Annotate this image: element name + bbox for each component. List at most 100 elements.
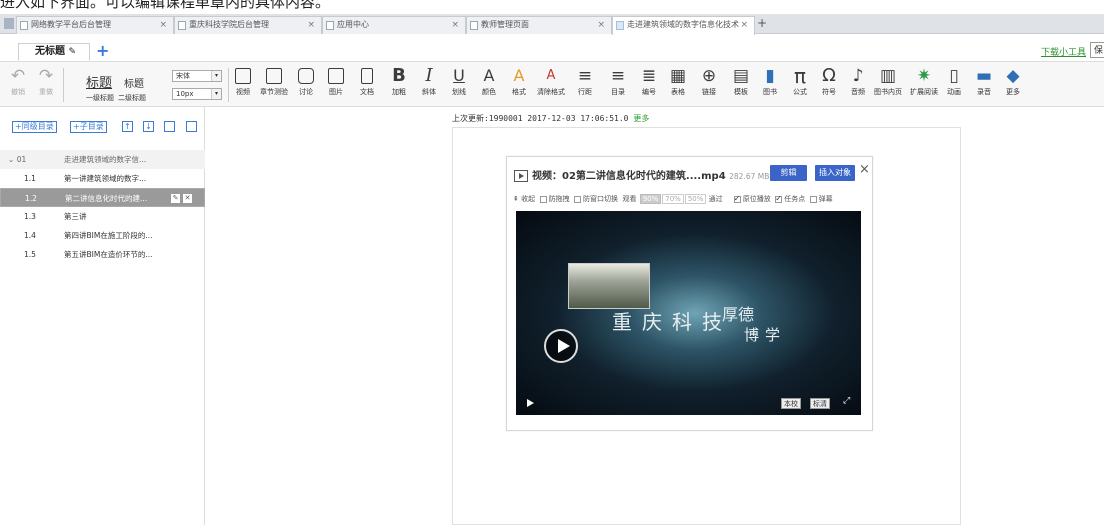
toolbar-numbering[interactable]: ≣ 编号 (639, 64, 659, 97)
add-child-button[interactable]: +子目录 (70, 121, 107, 133)
toolbar-extended-reading[interactable]: ✷ 扩展阅读 (906, 64, 942, 97)
toolbar-toc[interactable]: ≡ 目录 (608, 64, 628, 97)
collapse-icon[interactable]: ⇞ (513, 195, 519, 203)
toolbar-italic[interactable]: I 斜体 (419, 64, 439, 97)
close-icon[interactable]: × (859, 162, 870, 177)
video-frame-image (568, 263, 650, 309)
font-size-select[interactable]: 10px ▾ (172, 88, 222, 100)
more-link[interactable]: 更多 (633, 114, 649, 123)
link-icon: ⊕ (701, 66, 717, 86)
add-same-level-button[interactable]: +同级目录 (12, 121, 57, 133)
divider (63, 68, 64, 102)
add-doc-button[interactable]: + (96, 41, 109, 60)
undo-button[interactable]: ↶ 撤销 (8, 64, 28, 97)
browser-tab-app-center[interactable]: 应用中心 × (322, 16, 466, 34)
toolbar-format[interactable]: A 格式 (509, 64, 529, 97)
toolbar-color[interactable]: A 颜色 (479, 64, 499, 97)
browser-tab-bar: 网络教学平台后台管理 × 重庆科技学院后台管理 × 应用中心 × 教师管理页面 … (0, 14, 1104, 35)
apps-grid-icon[interactable] (4, 18, 14, 29)
toolbar-more[interactable]: ◆ 更多 (1003, 64, 1023, 97)
edit-icon[interactable]: ✎ (68, 47, 76, 57)
extended-reading-icon: ✷ (916, 66, 932, 86)
toolbar-line-spacing[interactable]: ≡ 行距 (575, 64, 595, 97)
play-small-icon[interactable] (527, 399, 534, 407)
toolbar-link[interactable]: ⊕ 链接 (699, 64, 719, 97)
close-icon[interactable]: × (740, 17, 748, 33)
play-icon[interactable] (544, 329, 578, 363)
toolbar-discuss[interactable]: 讨论 (296, 64, 316, 97)
edit-icon[interactable]: ✎ (171, 194, 180, 203)
barrage-checkbox[interactable] (809, 195, 817, 203)
section-row-selected[interactable]: 1.2 第二讲信息化时代的建... ✎ ✕ (0, 188, 205, 207)
video-caption: 厚德 (722, 305, 755, 324)
school-line-button[interactable]: 本校 (781, 398, 801, 409)
inplace-play-checkbox[interactable] (733, 194, 741, 203)
section-row[interactable]: 1.3 第三讲 (0, 207, 205, 226)
heading2-button[interactable]: 标题 (124, 75, 144, 90)
toolbar-record[interactable]: ▬ 录音 (974, 64, 994, 97)
collapse-link[interactable]: 收起 (521, 195, 535, 203)
video-title: 视频：02第二讲信息化时代的建筑....mp4 282.67 MB ⟳ (514, 167, 781, 182)
anti-drag-checkbox[interactable] (539, 195, 547, 203)
copy-icon[interactable] (164, 121, 175, 132)
formula-icon: π (793, 64, 807, 88)
doc-tab[interactable]: 无标题 ✎ (18, 43, 90, 61)
toolbar-table[interactable]: ▦ 表格 (668, 64, 688, 97)
toolbar-animation[interactable]: ▯ 动画 (944, 64, 964, 97)
format-icon: A (513, 66, 525, 85)
outline-icon[interactable] (186, 121, 197, 132)
new-tab-button[interactable]: + (757, 16, 767, 30)
toolbar-video[interactable]: 视频 (233, 64, 253, 97)
redo-icon: ↷ (38, 66, 54, 86)
download-tool-link[interactable]: 下载小工具 (1041, 45, 1086, 58)
chevron-down-icon: ▾ (211, 89, 221, 99)
toolbar-image[interactable]: 图片 (326, 64, 346, 97)
section-row[interactable]: 1.4 第四讲BIM在施工阶段的... (0, 226, 205, 245)
heading1-button[interactable]: 标题 (86, 72, 112, 91)
instruction-text: 进入如下界面。可以编辑课程单章内的具体内容。 (0, 0, 331, 9)
font-family-select[interactable]: 宋体 ▾ (172, 70, 222, 82)
anti-switch-checkbox[interactable] (574, 195, 582, 203)
toolbar-doc[interactable]: 文档 (357, 64, 377, 97)
toolbar-template[interactable]: ▤ 模板 (731, 64, 751, 97)
browser-tab-platform-admin[interactable]: 网络教学平台后台管理 × (16, 16, 174, 34)
toolbar-symbol[interactable]: Ω 符号 (819, 64, 839, 97)
browser-tab-college-admin[interactable]: 重庆科技学院后台管理 × (174, 16, 322, 34)
quality-button[interactable]: 标清 (810, 398, 830, 409)
close-icon[interactable]: × (597, 17, 605, 33)
chapter-row[interactable]: ⌄ 01 走进建筑领域的数字信... (0, 150, 205, 169)
browser-tab-teacher[interactable]: 教师管理页面 × (466, 16, 612, 34)
clip-button[interactable]: 剪辑 (770, 165, 807, 181)
section-row[interactable]: 1.1 第一讲建筑领域的数字... (0, 169, 205, 188)
fullscreen-icon[interactable]: ⤢ (843, 396, 850, 406)
pct-option-90[interactable]: 90% (639, 194, 662, 204)
section-row[interactable]: 1.5 第五讲BIM在造价环节的... (0, 245, 205, 264)
video-player[interactable]: 重庆科技 厚德 博学 本校 标清 ⤢ (516, 211, 861, 415)
chevron-down-icon[interactable]: ⌄ (8, 155, 14, 164)
close-icon[interactable]: × (307, 17, 315, 33)
task-point-checkbox[interactable] (775, 194, 783, 203)
toolbar-audio[interactable]: ♪ 音频 (848, 64, 868, 97)
pct-option-70[interactable]: 70% (662, 194, 684, 204)
browser-tab-course[interactable]: 走进建筑领域的数字信息化技术 × (612, 16, 755, 35)
save-box[interactable]: 保 (1090, 42, 1104, 58)
toolbar-formula[interactable]: π 公式 (790, 64, 810, 97)
move-down-button[interactable]: ↓ (143, 121, 154, 132)
close-icon[interactable]: × (159, 17, 167, 33)
numbering-icon: ≣ (641, 66, 657, 86)
toolbar-underline[interactable]: U 划线 (449, 64, 469, 97)
toolbar-quiz[interactable]: 章节测验 (257, 64, 291, 97)
divider (228, 68, 229, 102)
move-up-button[interactable]: ↑ (122, 121, 133, 132)
toolbar-bold[interactable]: B 加粗 (389, 64, 409, 97)
pct-option-50[interactable]: 50% (684, 194, 707, 204)
redo-button[interactable]: ↷ 重做 (36, 64, 56, 97)
delete-icon[interactable]: ✕ (183, 194, 192, 203)
insert-object-button[interactable]: 插入对象 (815, 165, 855, 181)
close-icon[interactable]: × (451, 17, 459, 33)
toolbar-book[interactable]: ▮ 图书 (760, 64, 780, 97)
toolbar-book-page[interactable]: ▥ 图书内页 (870, 64, 906, 97)
page-icon (616, 21, 624, 30)
italic-icon: I (425, 65, 433, 86)
toolbar-clear-format[interactable]: A 清除格式 (533, 64, 569, 97)
